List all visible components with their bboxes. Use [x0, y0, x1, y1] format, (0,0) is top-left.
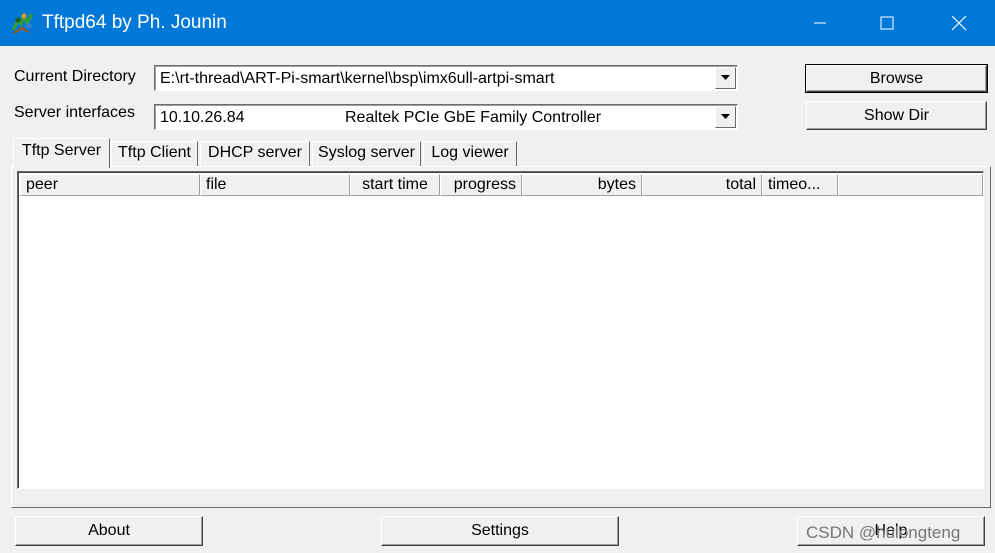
browse-button[interactable]: Browse [805, 64, 988, 93]
tab-tftp-client[interactable]: Tftp Client [111, 141, 198, 166]
column-header-label: peer [26, 176, 59, 193]
tab-tftp-server[interactable]: Tftp Server [13, 138, 110, 168]
show-dir-button[interactable]: Show Dir [806, 101, 987, 130]
column-header-start-time[interactable]: start time [350, 174, 440, 196]
column-header-progress[interactable]: progress [440, 174, 522, 196]
show-dir-button-label: Show Dir [864, 106, 929, 124]
chevron-down-icon [721, 114, 730, 119]
current-directory-label: Current Directory [14, 68, 136, 85]
column-header-label: start time [362, 176, 428, 193]
tab-label: Tftp Client [118, 144, 191, 161]
column-header-label: timeo... [768, 176, 821, 193]
current-directory-value: E:\rt-thread\ART-Pi-smart\kernel\bsp\imx… [160, 70, 555, 87]
tftp-server-panel: peer file start time progress bytes tota… [11, 166, 991, 508]
column-header-file[interactable]: file [200, 174, 350, 196]
chevron-down-icon [721, 75, 730, 80]
transfers-list[interactable]: peer file start time progress bytes tota… [17, 171, 984, 489]
tab-syslog-server[interactable]: Syslog server [312, 141, 421, 166]
title-bar[interactable]: Tftpd64 by Ph. Jounin [0, 0, 995, 46]
minimize-button[interactable] [784, 0, 856, 46]
settings-button-label: Settings [471, 522, 529, 539]
column-header-peer[interactable]: peer [20, 174, 200, 196]
column-headers: peer file start time progress bytes tota… [20, 174, 983, 196]
current-directory-combo[interactable]: E:\rt-thread\ART-Pi-smart\kernel\bsp\imx… [154, 65, 738, 91]
tab-label: Log viewer [431, 144, 509, 161]
tab-label: Tftp Server [21, 142, 102, 159]
server-interface-ip: 10.10.26.84 [160, 109, 245, 126]
tftpd-app-icon [11, 11, 34, 35]
settings-button[interactable]: Settings [381, 516, 619, 546]
browse-button-label: Browse [869, 69, 924, 87]
about-button-label: About [88, 522, 130, 539]
minimize-icon [814, 22, 826, 24]
column-header-total[interactable]: total [642, 174, 762, 196]
server-interfaces-combo[interactable]: 10.10.26.84 Realtek PCIe GbE Family Cont… [154, 104, 738, 130]
window-title: Tftpd64 by Ph. Jounin [42, 12, 227, 33]
maximize-icon [880, 16, 894, 30]
about-button[interactable]: About [15, 516, 203, 546]
column-header-label: bytes [597, 176, 636, 193]
tab-log-viewer[interactable]: Log viewer [423, 141, 517, 166]
close-icon [951, 15, 967, 31]
close-button[interactable] [923, 0, 995, 46]
column-header-bytes[interactable]: bytes [522, 174, 642, 196]
tab-dhcp-server[interactable]: DHCP server [200, 141, 310, 166]
column-header-label: total [725, 176, 756, 193]
column-header-timeout[interactable]: timeo... [762, 174, 838, 196]
server-interfaces-dropdown-button[interactable] [715, 106, 736, 128]
column-header-filler [838, 174, 983, 196]
column-header-label: file [206, 176, 227, 193]
tab-label: Syslog server [318, 144, 415, 161]
tab-label: DHCP server [208, 144, 302, 161]
server-interface-name: Realtek PCIe GbE Family Controller [345, 109, 602, 126]
maximize-button[interactable] [851, 0, 923, 46]
current-directory-dropdown-button[interactable] [715, 67, 736, 89]
column-header-label: progress [453, 176, 516, 193]
server-interfaces-label: Server interfaces [14, 104, 135, 121]
csdn-watermark: CSDN @hulongteng [806, 523, 961, 542]
